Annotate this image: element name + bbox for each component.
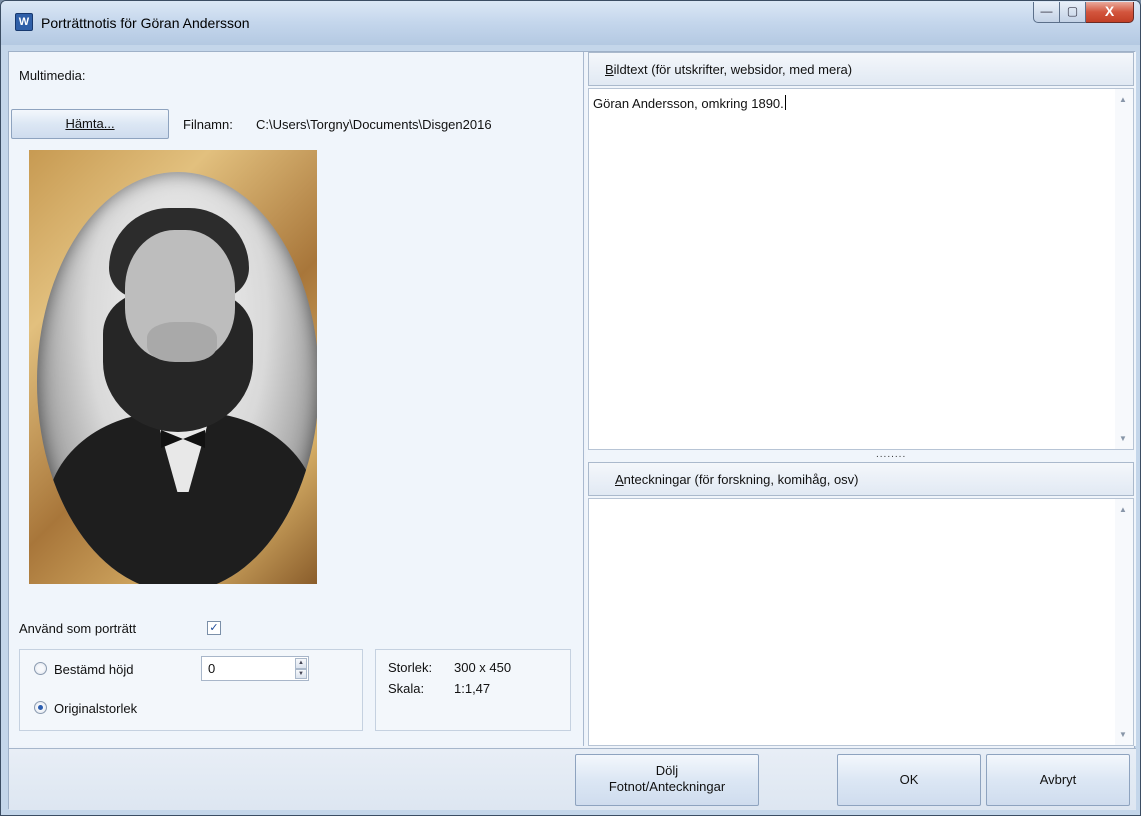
hide-notes-button[interactable]: Dölj Fotnot/Anteckningar: [575, 754, 759, 806]
portrait-oval-frame: [37, 172, 317, 584]
filename-label: Filnamn:: [183, 117, 233, 132]
window-controls: — ▢ X: [1033, 2, 1134, 24]
scroll-down-icon[interactable]: ▼: [1119, 434, 1127, 443]
minimize-button[interactable]: —: [1033, 2, 1060, 23]
multimedia-panel: Multimedia: Hämta... Filnamn: C:\Users\T…: [9, 52, 584, 746]
spin-down-icon[interactable]: ▼: [295, 668, 307, 679]
text-caret: [784, 95, 786, 110]
scroll-up-icon[interactable]: ▲: [1119, 505, 1127, 514]
caption-scrollbar[interactable]: ▲ ▼: [1115, 89, 1133, 449]
cancel-button[interactable]: Avbryt: [986, 754, 1130, 806]
app-icon: W: [15, 13, 33, 31]
portrait-chin: [147, 322, 217, 362]
fixed-height-input[interactable]: 0 ▲ ▼: [201, 656, 309, 681]
scroll-down-icon[interactable]: ▼: [1119, 730, 1127, 739]
use-as-portrait-checkbox[interactable]: ✓: [207, 621, 221, 635]
fixed-height-spinner: ▲ ▼: [295, 658, 307, 679]
spin-up-icon[interactable]: ▲: [295, 658, 307, 669]
fixed-height-value: 0: [208, 661, 216, 676]
notes-header-accesskey: A: [615, 472, 624, 487]
size-label: Storlek:: [388, 660, 433, 675]
notes-header-text: nteckningar (för forskning, komihåg, osv…: [623, 472, 859, 487]
notes-textarea[interactable]: ▲ ▼: [588, 498, 1134, 746]
size-value: 300 x 450: [454, 660, 512, 675]
fixed-height-radio[interactable]: [34, 662, 47, 675]
size-options-group: Bestämd höjd 0 ▲ ▼ Originalstorlek: [19, 649, 363, 731]
title-bar[interactable]: W Porträttnotis för Göran Andersson — ▢ …: [1, 1, 1140, 45]
original-size-radio[interactable]: [34, 701, 47, 714]
caption-textarea[interactable]: Göran Andersson, omkring 1890. ▲ ▼: [588, 88, 1134, 450]
use-as-portrait-label: Använd som porträtt: [19, 621, 137, 636]
text-panel: Bildtext (för utskrifter, websidor, med …: [586, 52, 1136, 746]
caption-header-accesskey: B: [605, 62, 614, 77]
scale-value: 1:1,47: [454, 681, 491, 696]
multimedia-label: Multimedia:: [19, 68, 86, 83]
notes-header: Anteckningar (för forskning, komihåg, os…: [588, 462, 1134, 496]
fixed-height-label[interactable]: Bestämd höjd: [54, 662, 134, 677]
ok-button[interactable]: OK: [837, 754, 981, 806]
filename-value: C:\Users\Torgny\Documents\Disgen2016: [256, 117, 492, 132]
pane-splitter-handle[interactable]: ........: [876, 450, 906, 460]
maximize-button[interactable]: ▢: [1060, 2, 1086, 23]
caption-text: Göran Andersson, omkring 1890.: [593, 96, 784, 111]
original-size-label[interactable]: Originalstorlek: [54, 701, 137, 716]
window-title: Porträttnotis för Göran Andersson: [41, 15, 250, 31]
caption-header: Bildtext (för utskrifter, websidor, med …: [588, 52, 1134, 86]
hide-notes-button-line2: Fotnot/Anteckningar: [608, 779, 726, 794]
portrait-dialog-window: W Porträttnotis för Göran Andersson — ▢ …: [0, 0, 1141, 816]
scroll-up-icon[interactable]: ▲: [1119, 95, 1127, 104]
close-button[interactable]: X: [1086, 2, 1134, 23]
hide-notes-button-line1: Dölj: [655, 763, 679, 778]
portrait-photo: [29, 150, 317, 584]
fetch-file-button[interactable]: Hämta...: [11, 109, 169, 139]
image-info-group: Storlek: 300 x 450 Skala: 1:1,47: [375, 649, 571, 731]
dialog-client-area: Multimedia: Hämta... Filnamn: C:\Users\T…: [8, 51, 1136, 810]
button-bar: Dölj Fotnot/Anteckningar OK Avbryt: [9, 748, 1136, 810]
caption-header-text: ildtext (för utskrifter, websidor, med m…: [613, 62, 853, 77]
notes-scrollbar[interactable]: ▲ ▼: [1115, 499, 1133, 745]
fetch-file-button-label: Hämta...: [65, 116, 115, 131]
scale-label: Skala:: [388, 681, 425, 696]
